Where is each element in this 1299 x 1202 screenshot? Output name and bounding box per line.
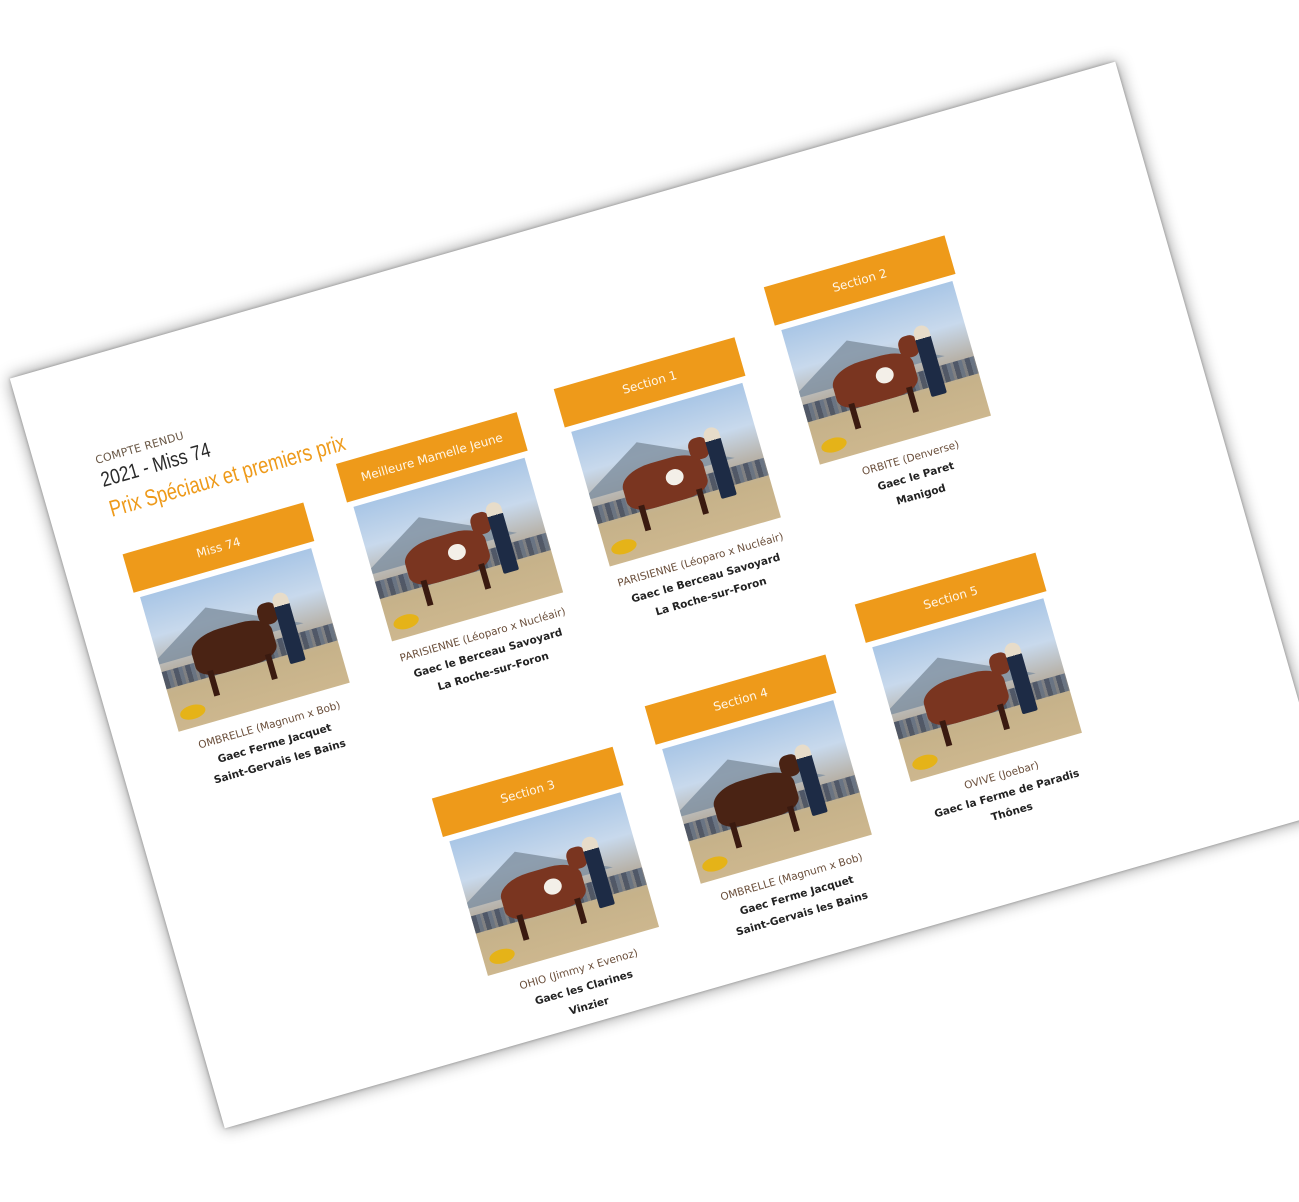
award-card-miss-74: Miss 74 OMBRELLE (Magnum x Bob) Gaec Fer… [122, 502, 373, 797]
award-card-section-3: Section 3 OHIO (Jimmy x Evenoz) Gaec les… [431, 746, 682, 1042]
award-card-section-1: Section 1 PARISIENNE (Léoparo x Nucléair… [553, 337, 804, 632]
award-card-section-5: Section 5 OVIVE (Joebar) Gaec la Ferme d… [854, 552, 1105, 848]
report-page: COMPTE RENDU 2021 - Miss 74 Prix Spéciau… [9, 61, 1299, 1129]
award-card-section-2: Section 2 ORBITE (Denverse) Gaec le Pare… [763, 235, 1014, 530]
award-card-section-4: Section 4 OMBRELLE (Magnum x Bob) Gaec F… [644, 654, 895, 949]
award-card-meilleure-mamelle: Meilleure Mamelle Jeune PARISIENNE (Léop… [335, 412, 586, 707]
